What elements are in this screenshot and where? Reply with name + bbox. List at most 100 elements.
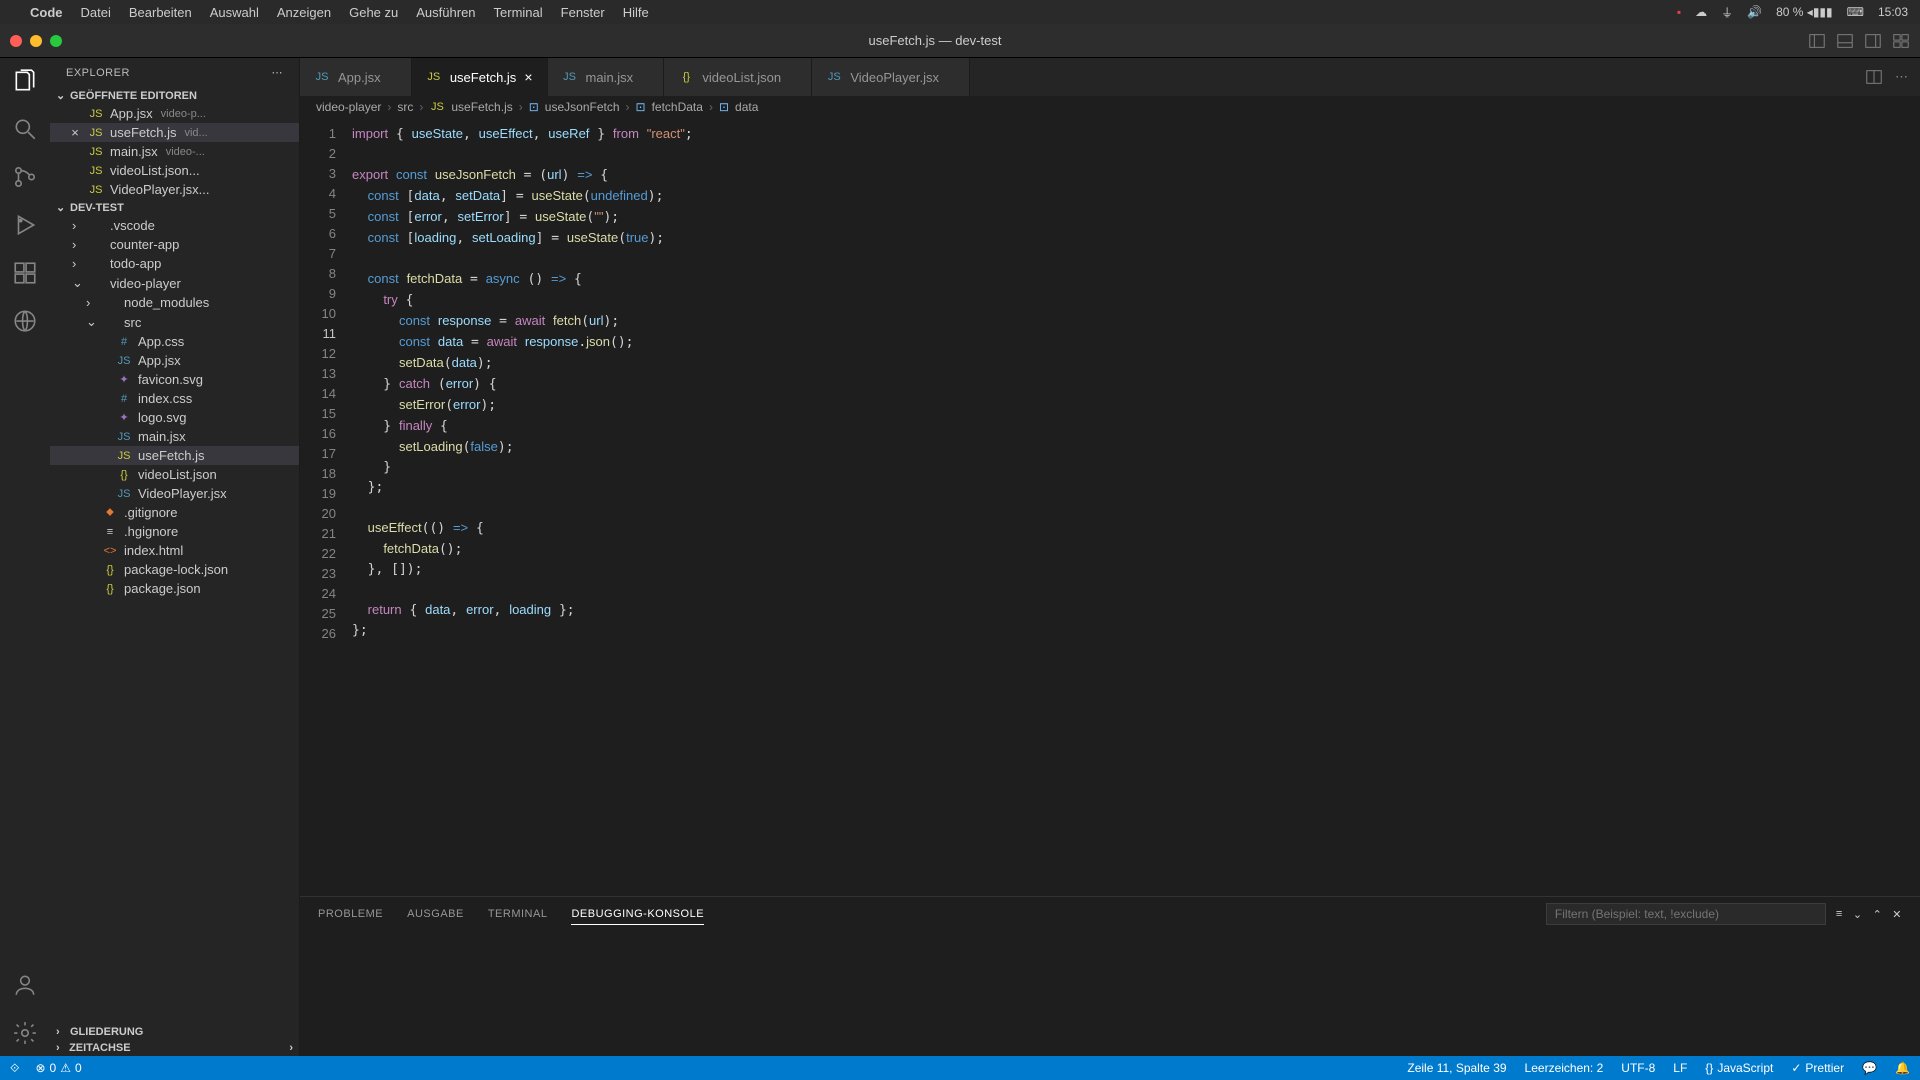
tree-item[interactable]: JSuseFetch.js [50,446,299,465]
menu-hilfe[interactable]: Hilfe [623,5,649,20]
open-editor-item[interactable]: ×JSuseFetch.jsvid... [50,123,299,142]
tree-item[interactable]: ⬥.gitignore [50,503,299,522]
tree-item[interactable]: ›.vscode [50,216,299,235]
layout-sidebar-right-icon[interactable] [1864,32,1882,50]
tree-item[interactable]: {}package-lock.json [50,560,299,579]
menu-gehezu[interactable]: Gehe zu [349,5,398,20]
tree-item[interactable]: #index.css [50,389,299,408]
open-editors-section[interactable]: ⌄ GEÖFFNETE EDITOREN [50,87,299,104]
tree-item[interactable]: JSVideoPlayer.jsx [50,484,299,503]
close-tab-icon[interactable]: × [524,69,532,85]
breadcrumb-item[interactable]: data [735,100,758,114]
status-cloud-icon[interactable]: ☁ [1695,5,1707,19]
tree-item[interactable]: JSmain.jsx [50,427,299,446]
status-prettier[interactable]: ✓ Prettier [1791,1061,1844,1075]
tree-item[interactable]: JSApp.jsx [50,351,299,370]
close-window-button[interactable] [10,35,22,47]
explorer-more-icon[interactable]: ⋯ [272,66,284,79]
explorer-icon[interactable] [12,68,38,94]
tree-item[interactable]: ›todo-app [50,254,299,273]
tree-item[interactable]: ✦favicon.svg [50,370,299,389]
panel-tab-probleme[interactable]: PROBLEME [318,904,383,924]
debug-icon[interactable] [12,212,38,238]
editor-tab[interactable]: JSApp.jsx× [300,58,412,96]
workspace-section[interactable]: ⌄ DEV-TEST [50,199,299,216]
status-spaces[interactable]: Leerzeichen: 2 [1525,1061,1604,1075]
tree-item[interactable]: ›node_modules [50,293,299,312]
status-bell-icon[interactable]: 🔔 [1895,1061,1910,1075]
remote-indicator[interactable]: ⟐ [10,1061,19,1076]
traffic-lights[interactable] [10,35,62,47]
menu-ausfuehren[interactable]: Ausführen [416,5,475,20]
editor-tab[interactable]: {}videoList.json× [664,58,812,96]
tree-item[interactable]: ⌄video-player [50,273,299,293]
minimize-window-button[interactable] [30,35,42,47]
menu-app[interactable]: Code [30,5,63,20]
open-editor-item[interactable]: JSApp.jsxvideo-p... [50,104,299,123]
status-encoding[interactable]: UTF-8 [1621,1061,1655,1075]
status-rec-icon[interactable]: ▪ [1677,5,1681,19]
tree-item[interactable]: {}videoList.json [50,465,299,484]
menu-anzeigen[interactable]: Anzeigen [277,5,331,20]
tree-item[interactable]: #App.css [50,332,299,351]
close-icon[interactable]: × [68,125,82,140]
tree-item[interactable]: {}package.json [50,579,299,598]
tree-item[interactable]: ≡.hgignore [50,522,299,541]
open-editor-item[interactable]: JSvideoList.json... [50,161,299,180]
panel-tab-ausgabe[interactable]: AUSGABE [407,904,464,924]
panel-maximize-icon[interactable]: ⌃ [1873,908,1883,921]
menu-fenster[interactable]: Fenster [561,5,605,20]
menu-bearbeiten[interactable]: Bearbeiten [129,5,192,20]
open-editor-item[interactable]: JSmain.jsxvideo-... [50,142,299,161]
editor-tab[interactable]: JSuseFetch.js× [412,58,548,96]
panel-settings-icon[interactable]: ≡ [1836,908,1843,920]
debug-console-body[interactable] [300,931,1920,1056]
layout-sidebar-left-icon[interactable] [1808,32,1826,50]
status-wifi-icon[interactable]: ⏚ [1721,4,1733,21]
tree-item[interactable]: ›counter-app [50,235,299,254]
panel-close-icon[interactable]: ✕ [1892,908,1902,921]
extensions-icon[interactable] [12,260,38,286]
timeline-section[interactable]: › ZEITACHSE › [50,1040,299,1056]
status-volume-icon[interactable]: 🔊 [1747,5,1762,19]
tree-item[interactable]: ⌄src [50,312,299,332]
breadcrumb-item[interactable]: fetchData [652,100,703,114]
minimap[interactable] [1840,118,1920,896]
open-editor-item[interactable]: JSVideoPlayer.jsx... [50,180,299,199]
layout-panel-icon[interactable] [1836,32,1854,50]
tab-more-icon[interactable]: ⋯ [1895,69,1908,85]
breadcrumb-item[interactable]: useJsonFetch [545,100,620,114]
status-eol[interactable]: LF [1673,1061,1687,1075]
breadcrumbs[interactable]: video-player› src› JSuseFetch.js› ⊡useJs… [300,96,1920,118]
source-control-icon[interactable] [12,164,38,190]
timeline-filter-icon[interactable]: › [289,1042,293,1054]
status-input-icon[interactable]: ⌨ [1847,5,1864,19]
debug-filter-input[interactable] [1546,903,1826,925]
menu-auswahl[interactable]: Auswahl [210,5,259,20]
tree-item[interactable]: <>index.html [50,541,299,560]
status-time[interactable]: 15:03 [1878,5,1908,19]
editor-tab[interactable]: JSVideoPlayer.jsx× [812,58,970,96]
account-icon[interactable] [12,972,38,998]
outline-section[interactable]: › GLIEDERUNG [50,1024,299,1040]
settings-gear-icon[interactable] [12,1020,38,1046]
breadcrumb-item[interactable]: src [397,100,413,114]
maximize-window-button[interactable] [50,35,62,47]
breadcrumb-item[interactable]: useFetch.js [451,100,512,114]
status-cursor[interactable]: Zeile 11, Spalte 39 [1407,1061,1506,1075]
menu-datei[interactable]: Datei [81,5,111,20]
code-editor[interactable]: import { useState, useEffect, useRef } f… [352,118,1840,896]
breadcrumb-item[interactable]: video-player [316,100,381,114]
status-language[interactable]: {} JavaScript [1705,1061,1773,1075]
menu-terminal[interactable]: Terminal [494,5,543,20]
split-editor-icon[interactable] [1865,68,1883,86]
status-feedback-icon[interactable]: 💬 [1862,1061,1877,1075]
layout-customize-icon[interactable] [1892,32,1910,50]
search-icon[interactable] [12,116,38,142]
panel-tab-debug-console[interactable]: DEBUGGING-KONSOLE [571,904,704,925]
tree-item[interactable]: ✦logo.svg [50,408,299,427]
editor-tab[interactable]: JSmain.jsx× [548,58,665,96]
panel-tab-terminal[interactable]: TERMINAL [488,904,548,924]
status-errors[interactable]: ⊗ 0 ⚠ 0 [35,1061,81,1075]
remote-icon[interactable] [12,308,38,334]
